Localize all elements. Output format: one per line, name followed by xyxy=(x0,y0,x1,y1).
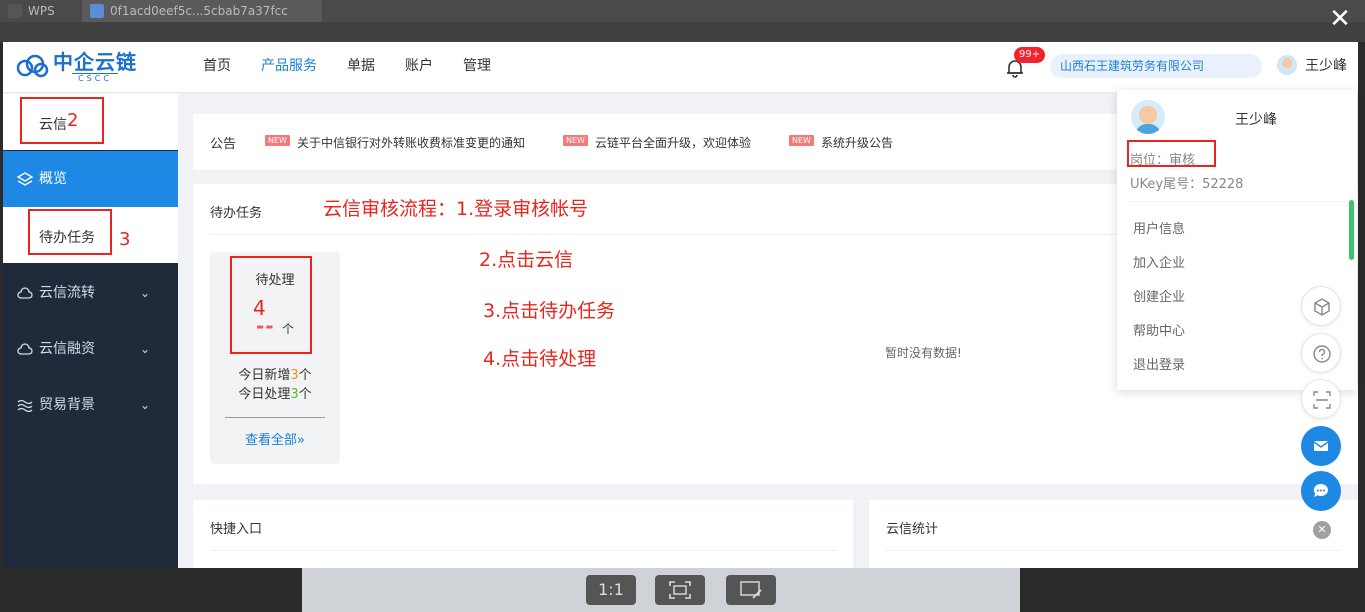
edit-button[interactable] xyxy=(726,575,776,605)
sidebar-item-trade[interactable]: 贸易背景 ⌄ xyxy=(3,377,178,433)
new-today: 今日新增3个 xyxy=(238,368,312,383)
waves-icon xyxy=(17,399,33,412)
user-menu[interactable]: 王少峰 xyxy=(1277,55,1347,75)
help-button[interactable] xyxy=(1301,333,1341,373)
scan-button[interactable] xyxy=(1301,379,1341,419)
user-name: 王少峰 xyxy=(1305,58,1347,74)
avatar xyxy=(1131,100,1165,134)
view-all-link[interactable]: 查看全部» xyxy=(210,429,340,448)
nav-documents[interactable]: 单据 xyxy=(347,42,375,93)
sidebar-item-label: 云信流转 xyxy=(39,285,95,301)
cloud-icon xyxy=(17,343,33,355)
chevron-down-icon: ⌄ xyxy=(139,342,150,356)
notice-item[interactable]: NEW 系统升级公告 xyxy=(789,134,893,151)
company-selector[interactable]: 山西石王建筑劳务有限公司 xyxy=(1050,54,1262,78)
screen-edit-icon xyxy=(740,581,762,599)
annotation-step-3: 3.点击待办任务 xyxy=(483,300,616,322)
annotation-number: 3 xyxy=(119,229,131,250)
notice-bar: 公告 NEW 关于中信银行对外转账收费标准变更的通知 NEW 云链平台全面升级，欢迎… xyxy=(193,114,1138,170)
annotation-box-yunxin xyxy=(20,97,104,144)
layers-icon xyxy=(17,172,33,186)
notification-badge: 99+ xyxy=(1014,47,1046,63)
document-icon xyxy=(90,4,104,18)
nav-home[interactable]: 首页 xyxy=(203,42,231,93)
annotation-number: 4 xyxy=(253,296,266,320)
stats-title: 云信统计 xyxy=(886,522,939,537)
wps-icon xyxy=(8,4,22,18)
divider xyxy=(1127,201,1347,202)
notice-item[interactable]: NEW 云链平台全面升级，欢迎体验 xyxy=(563,134,751,151)
notice-item[interactable]: NEW 关于中信银行对外转账收费标准变更的通知 xyxy=(265,134,525,151)
mail-button[interactable] xyxy=(1301,426,1341,466)
menu-item-logout[interactable]: 退出登录 xyxy=(1133,354,1185,373)
scrollbar[interactable] xyxy=(1349,200,1354,260)
new-tag: NEW xyxy=(265,135,290,146)
menu-item-user-info[interactable]: 用户信息 xyxy=(1133,218,1185,237)
fit-button[interactable] xyxy=(655,575,705,605)
avatar xyxy=(1277,55,1297,75)
sidebar: 云信 概览 待办任务 云信流转 ⌄ 云信融资 ⌄ 贸易背景 ⌄ xyxy=(3,94,178,568)
nav-products[interactable]: 产品服务 xyxy=(261,42,317,93)
main-nav: 首页 产品服务 单据 账户 管理 xyxy=(203,42,521,93)
logo-subtext: CSCC xyxy=(72,72,118,84)
chevron-down-icon: ⌄ xyxy=(139,398,150,412)
cloud-logo-icon xyxy=(16,54,49,78)
cloud-icon xyxy=(17,287,33,299)
scan-icon xyxy=(1313,391,1331,409)
annotation-box-pending xyxy=(230,256,312,354)
box-icon xyxy=(1314,298,1330,316)
sidebar-item-overview[interactable]: 概览 xyxy=(3,151,178,207)
sidebar-item-circulation[interactable]: 云信流转 ⌄ xyxy=(3,265,178,321)
ratio-button[interactable]: 1:1 xyxy=(586,575,636,605)
box-button[interactable] xyxy=(1301,286,1341,326)
todo-title: 待办任务 xyxy=(210,206,263,221)
divider xyxy=(886,550,1341,551)
browser-chrome: WPS 0f1acd0eef5c...5cbab7a37fcc xyxy=(0,0,1365,42)
annotation-number: 2 xyxy=(67,110,79,131)
chevron-down-icon: ⌄ xyxy=(139,286,150,300)
quick-entry-panel: 快捷入口 xyxy=(193,500,853,568)
chat-button[interactable] xyxy=(1301,471,1341,511)
question-icon xyxy=(1313,345,1331,363)
sidebar-item-label: 贸易背景 xyxy=(39,397,95,413)
yunxin-stats-panel: 云信统计 xyxy=(869,500,1358,568)
no-data-text: 暂时没有数据! xyxy=(885,346,962,360)
chat-icon xyxy=(1313,483,1328,497)
close-button[interactable]: ✕ xyxy=(1323,4,1357,38)
sidebar-item-financing[interactable]: 云信融资 ⌄ xyxy=(3,321,178,377)
dropdown-user-name: 王少峰 xyxy=(1235,112,1277,128)
browser-menu-row xyxy=(0,22,1365,42)
annotation-step-2: 2.点击云信 xyxy=(479,249,574,271)
menu-item-help[interactable]: 帮助中心 xyxy=(1133,320,1185,339)
top-header: 中企云链 CSCC 首页 产品服务 单据 账户 管理 99+ 山西石王建筑劳务有… xyxy=(3,42,1358,93)
menu-item-create-company[interactable]: 创建企业 xyxy=(1133,286,1185,305)
new-tag: NEW xyxy=(789,135,814,146)
notice-label: 公告 xyxy=(210,137,237,152)
fit-screen-icon xyxy=(669,581,691,599)
logo-text: 中企云链 xyxy=(53,49,137,74)
sidebar-item-label: 概览 xyxy=(39,171,67,187)
browser-tab-wps[interactable]: WPS xyxy=(0,0,78,22)
ukey-text: UKey尾号：52228 xyxy=(1130,177,1244,192)
new-tag: NEW xyxy=(563,135,588,146)
annotation-step-1: 云信审核流程：1.登录审核帐号 xyxy=(323,198,589,220)
annotation-step-4: 4.点击待处理 xyxy=(483,348,597,370)
divider xyxy=(210,550,838,551)
nav-manage[interactable]: 管理 xyxy=(463,42,491,93)
quick-entry-title: 快捷入口 xyxy=(210,522,263,537)
mail-icon xyxy=(1313,441,1329,451)
nav-account[interactable]: 账户 xyxy=(405,42,433,93)
close-icon[interactable]: ✕ xyxy=(1313,521,1331,539)
logo[interactable]: 中企云链 CSCC xyxy=(15,50,137,84)
annotation-box-todo xyxy=(28,209,112,255)
divider xyxy=(225,417,325,418)
browser-tab-row: WPS 0f1acd0eef5c...5cbab7a37fcc xyxy=(0,0,1365,22)
annotation-box-position xyxy=(1127,140,1216,167)
browser-tab-document[interactable]: 0f1acd0eef5c...5cbab7a37fcc xyxy=(82,0,322,22)
menu-item-join-company[interactable]: 加入企业 xyxy=(1133,252,1185,271)
sidebar-item-label: 云信融资 xyxy=(39,341,95,357)
handled-today: 今日处理3个 xyxy=(238,387,312,402)
